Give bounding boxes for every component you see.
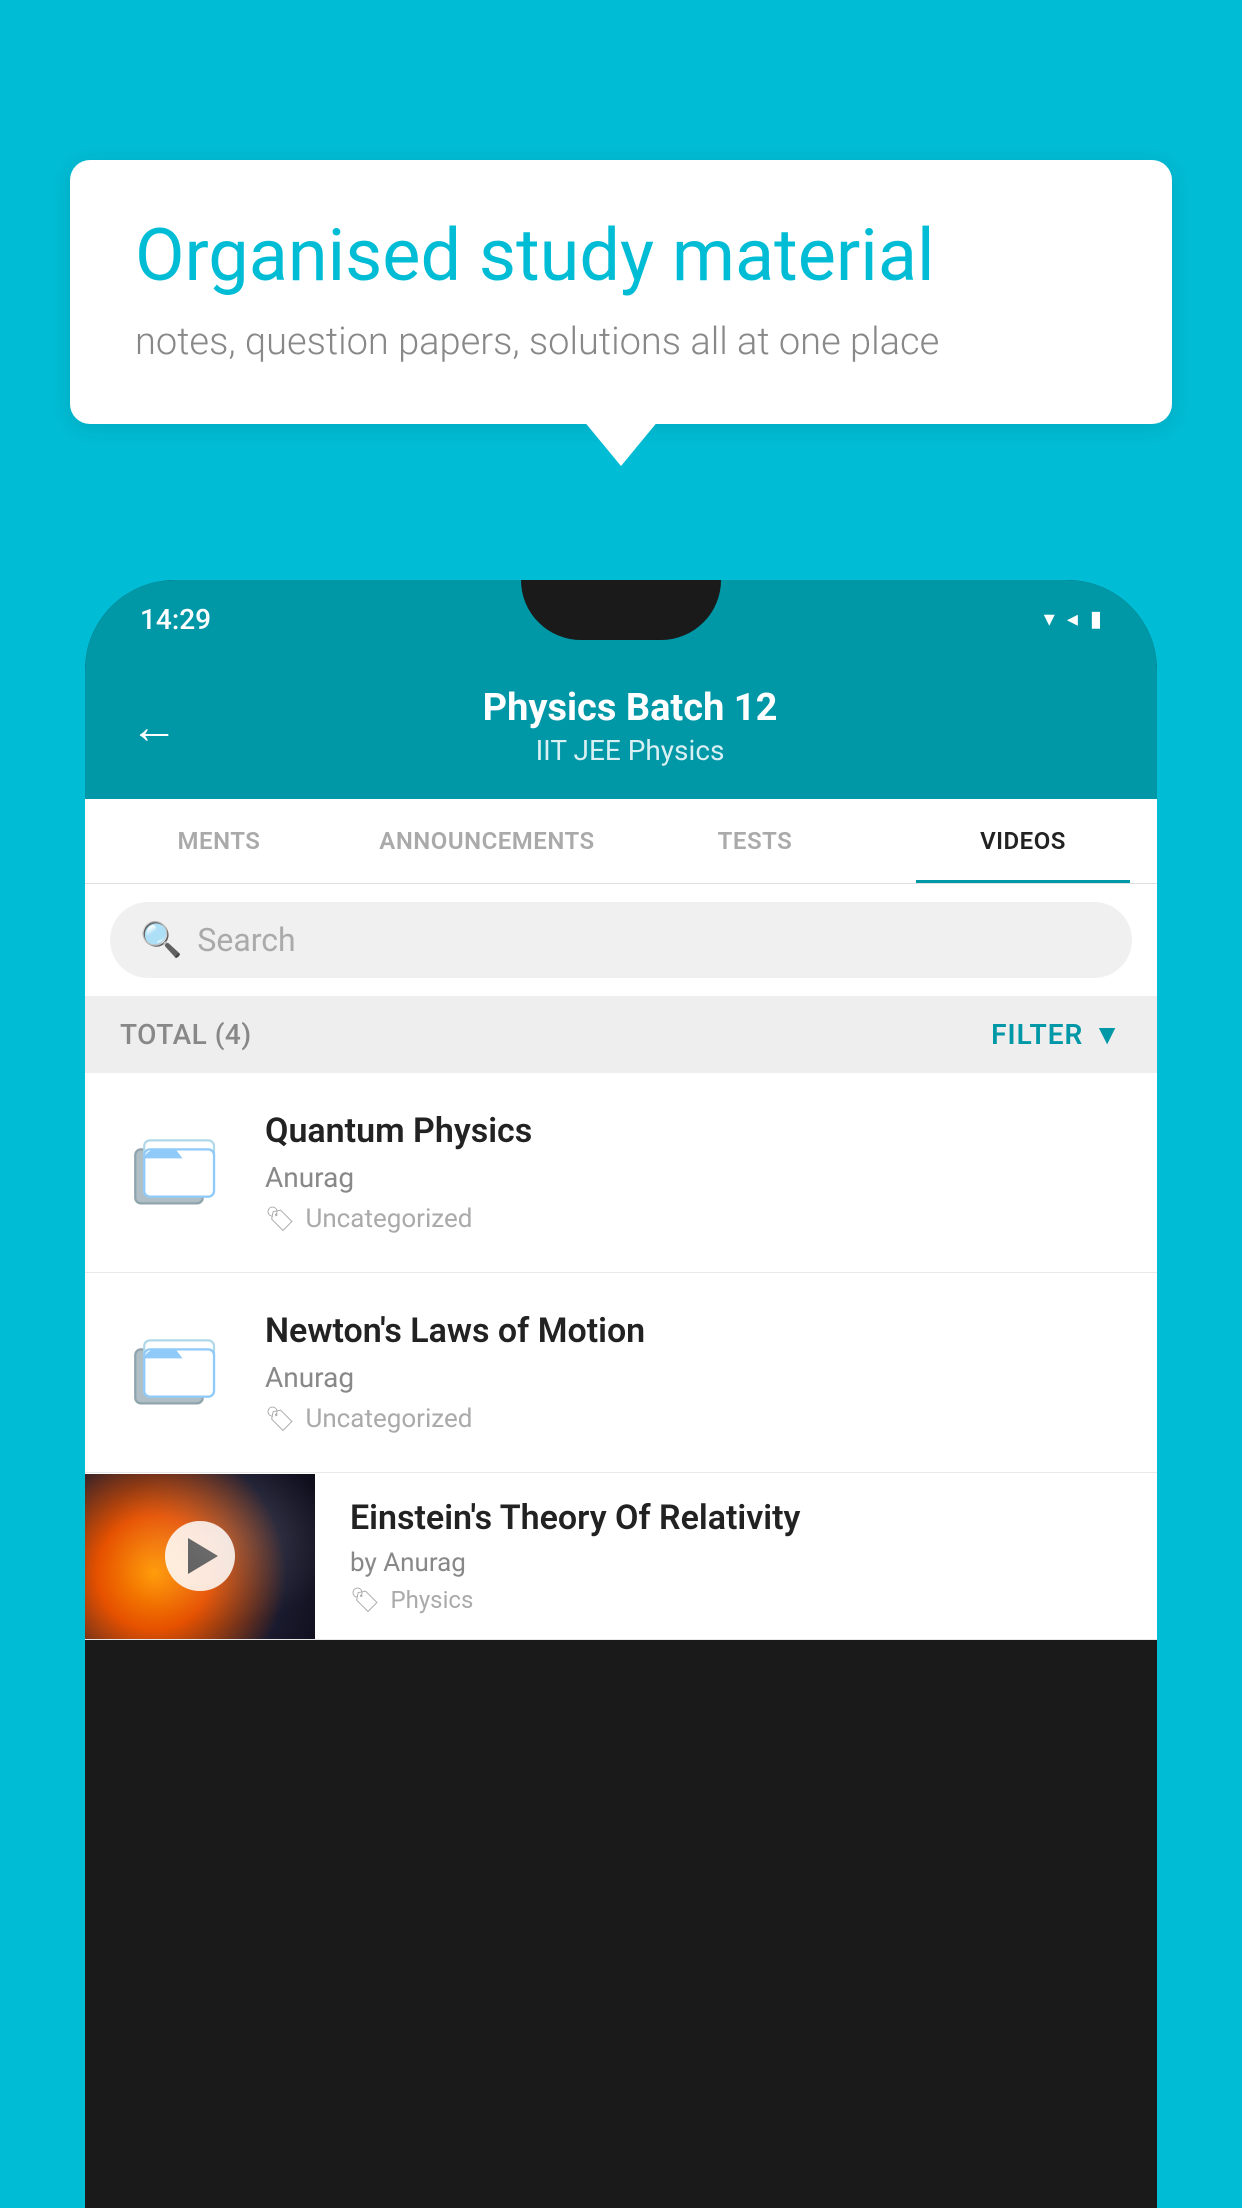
tab-ments[interactable]: MENTS [85,799,353,883]
phone-frame: 14:29 ▾ ◂ ▮ ← Physics Batch 12 IIT JEE P… [85,580,1157,2208]
search-bar[interactable]: 🔍 Search [110,902,1132,978]
video-tag-2: 🏷 Uncategorized [265,1404,1122,1434]
list-item[interactable]: Quantum Physics Anurag 🏷 Uncategorized [85,1073,1157,1273]
video-title-2: Newton's Laws of Motion [265,1311,1122,1351]
speech-bubble-headline: Organised study material [135,215,1107,298]
speech-bubble: Organised study material notes, question… [70,160,1172,424]
list-item[interactable]: Newton's Laws of Motion Anurag 🏷 Uncateg… [85,1273,1157,1473]
video-tag-label-2: Uncategorized [305,1404,472,1434]
video-info-2: Newton's Laws of Motion Anurag 🏷 Uncateg… [265,1311,1122,1434]
tab-announcements[interactable]: ANNOUNCEMENTS [353,799,621,883]
battery-icon: ▮ [1090,607,1102,632]
total-count: TOTAL (4) [120,1018,252,1051]
video-title-3: Einstein's Theory Of Relativity [350,1498,1132,1538]
wifi-icon: ▾ [1044,607,1055,632]
status-icons: ▾ ◂ ▮ [1044,607,1102,632]
status-bar: 14:29 ▾ ◂ ▮ [85,580,1157,658]
video-author-1: Anurag [265,1161,1122,1194]
back-button[interactable]: ← [130,698,178,755]
video-list: Quantum Physics Anurag 🏷 Uncategorized [85,1073,1157,1640]
folder-thumb-2 [120,1315,235,1430]
video-tag-3: 🏷 Physics [350,1586,1132,1614]
video-title-1: Quantum Physics [265,1111,1122,1151]
speech-bubble-subtext: notes, question papers, solutions all at… [135,320,1107,364]
tabs-bar: MENTS ANNOUNCEMENTS TESTS VIDEOS [85,799,1157,884]
tab-tests[interactable]: TESTS [621,799,889,883]
search-input[interactable]: Search [197,921,295,959]
signal-icon: ◂ [1067,607,1078,632]
video-thumbnail-3 [85,1474,315,1639]
app-bar: ← Physics Batch 12 IIT JEE Physics [85,658,1157,799]
video-tag-label-1: Uncategorized [305,1204,472,1234]
app-title-sub: IIT JEE Physics [208,734,1052,767]
filter-label: FILTER [991,1018,1083,1051]
tag-icon-3: 🏷 [350,1586,380,1614]
content-area: 🔍 Search TOTAL (4) FILTER ▼ [85,884,1157,1640]
video-author-3: by Anurag [350,1548,1132,1578]
app-bar-title: Physics Batch 12 IIT JEE Physics [208,686,1052,767]
tag-icon-1: 🏷 [265,1205,295,1233]
search-icon: 🔍 [140,920,182,960]
folder-thumb-1 [120,1115,235,1230]
thumb-overlay [85,1474,315,1639]
app-title-main: Physics Batch 12 [208,686,1052,730]
speech-bubble-container: Organised study material notes, question… [70,160,1172,424]
video-tag-label-3: Physics [390,1586,473,1614]
filter-icon: ▼ [1093,1018,1122,1051]
status-time: 14:29 [140,603,211,636]
tab-videos[interactable]: VIDEOS [889,799,1157,883]
video-info-1: Quantum Physics Anurag 🏷 Uncategorized [265,1111,1122,1234]
video-info-3: Einstein's Theory Of Relativity by Anura… [345,1473,1157,1639]
filter-button[interactable]: FILTER ▼ [991,1018,1122,1051]
video-tag-1: 🏷 Uncategorized [265,1204,1122,1234]
filter-row: TOTAL (4) FILTER ▼ [85,996,1157,1073]
tag-icon-2: 🏷 [265,1405,295,1433]
video-author-2: Anurag [265,1361,1122,1394]
list-item[interactable]: Einstein's Theory Of Relativity by Anura… [85,1473,1157,1640]
search-container: 🔍 Search [85,884,1157,996]
